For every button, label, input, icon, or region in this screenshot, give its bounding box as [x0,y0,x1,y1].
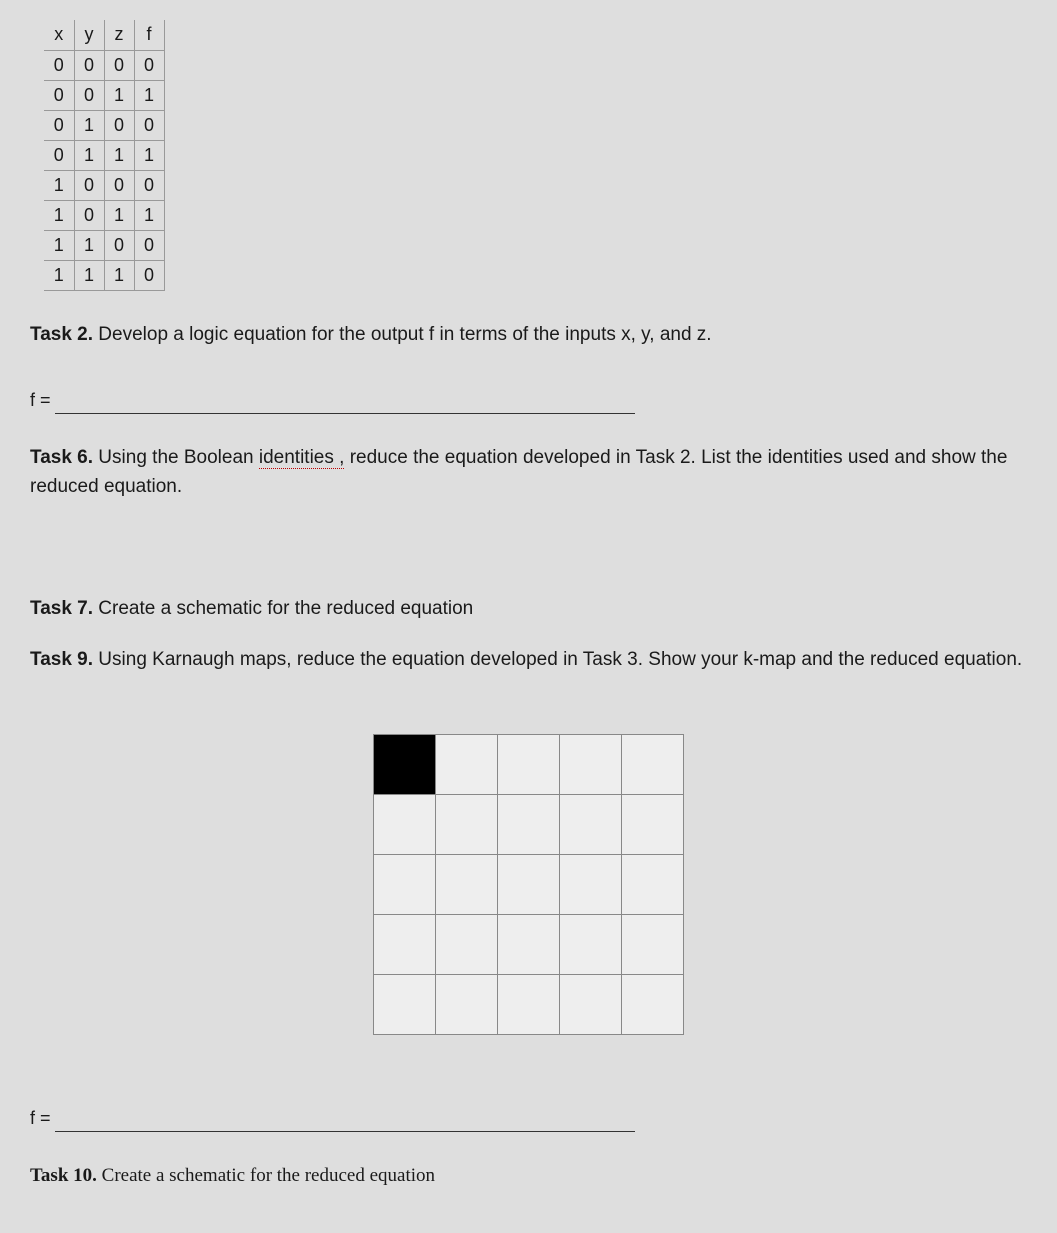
equation-line-1: f = [30,387,1027,414]
table-row: 1110 [44,260,164,290]
kmap-grid [373,734,684,1035]
table-row: 0000 [44,50,164,80]
table-cell: 0 [44,140,74,170]
table-cell: 0 [74,50,104,80]
kmap-cell [374,735,436,795]
table-cell: 1 [74,260,104,290]
table-row: 0011 [44,80,164,110]
table-row: 0111 [44,140,164,170]
kmap-cell [498,735,560,795]
kmap-cell [436,795,498,855]
kmap-cell [560,915,622,975]
table-row: 0100 [44,110,164,140]
table-cell: 1 [104,140,134,170]
th-x: x [44,20,74,50]
equation2-label: f = [30,1105,55,1132]
kmap-cell [498,915,560,975]
equation1-label: f = [30,387,55,414]
table-cell: 0 [44,110,74,140]
kmap-cell [436,735,498,795]
table-cell: 0 [104,50,134,80]
table-cell: 1 [134,80,164,110]
kmap-cell [374,855,436,915]
kmap-cell [560,975,622,1035]
table-cell: 0 [74,80,104,110]
table-cell: 0 [134,110,164,140]
table-cell: 1 [134,140,164,170]
task7-body: Create a schematic for the reduced equat… [93,598,473,619]
table-cell: 0 [134,230,164,260]
table-cell: 1 [104,80,134,110]
kmap-cell [622,975,684,1035]
kmap-cell [436,915,498,975]
table-cell: 1 [134,200,164,230]
table-cell: 0 [104,230,134,260]
table-row: 1000 [44,170,164,200]
task2-text: Task 2. Develop a logic equation for the… [30,321,1027,350]
kmap-cell [622,735,684,795]
task7-label: Task 7. [30,598,93,619]
table-cell: 1 [74,140,104,170]
table-cell: 0 [44,50,74,80]
task2-label: Task 2. [30,324,93,345]
table-row: 1011 [44,200,164,230]
kmap-cell [560,795,622,855]
table-cell: 1 [44,260,74,290]
table-cell: 0 [104,110,134,140]
task6-text: Task 6. Using the Boolean identities , r… [30,444,1027,501]
task6-link: identities , [259,447,345,469]
kmap-cell [498,855,560,915]
table-cell: 0 [104,170,134,200]
task9-body: Using Karnaugh maps, reduce the equation… [93,649,1022,670]
task7-text: Task 7. Create a schematic for the reduc… [30,595,1027,624]
task9-text: Task 9. Using Karnaugh maps, reduce the … [30,646,1027,675]
task2-body: Develop a logic equation for the output … [93,324,712,345]
table-cell: 0 [74,170,104,200]
table-cell: 1 [74,230,104,260]
equation-line-2: f = [30,1105,1027,1132]
equation1-underline [55,391,635,414]
th-f: f [134,20,164,50]
task9-label: Task 9. [30,649,93,670]
table-cell: 1 [104,200,134,230]
task10-text: Task 10. Create a schematic for the redu… [30,1162,1027,1191]
truth-table: x y z f 00000011010001111000101111001110 [44,20,165,291]
kmap-cell [622,915,684,975]
kmap-cell [498,975,560,1035]
kmap-cell [374,915,436,975]
table-cell: 1 [44,230,74,260]
table-cell: 1 [44,200,74,230]
th-z: z [104,20,134,50]
task10-label: Task 10. [30,1165,97,1186]
table-cell: 0 [134,50,164,80]
kmap-cell [622,795,684,855]
kmap-cell [560,735,622,795]
kmap-cell [436,855,498,915]
table-cell: 1 [104,260,134,290]
kmap-cell [374,975,436,1035]
equation2-underline [55,1109,635,1132]
table-cell: 1 [74,110,104,140]
table-cell: 0 [134,260,164,290]
table-cell: 1 [44,170,74,200]
task6-label: Task 6. [30,447,93,468]
kmap-cell [498,795,560,855]
table-row: 1100 [44,230,164,260]
task6-part1: Using the Boolean [93,447,259,468]
task10-body: Create a schematic for the reduced equat… [97,1165,435,1186]
kmap-cell [374,795,436,855]
kmap-cell [560,855,622,915]
kmap-cell [622,855,684,915]
kmap-cell [436,975,498,1035]
table-cell: 0 [74,200,104,230]
table-cell: 0 [134,170,164,200]
table-cell: 0 [44,80,74,110]
th-y: y [74,20,104,50]
